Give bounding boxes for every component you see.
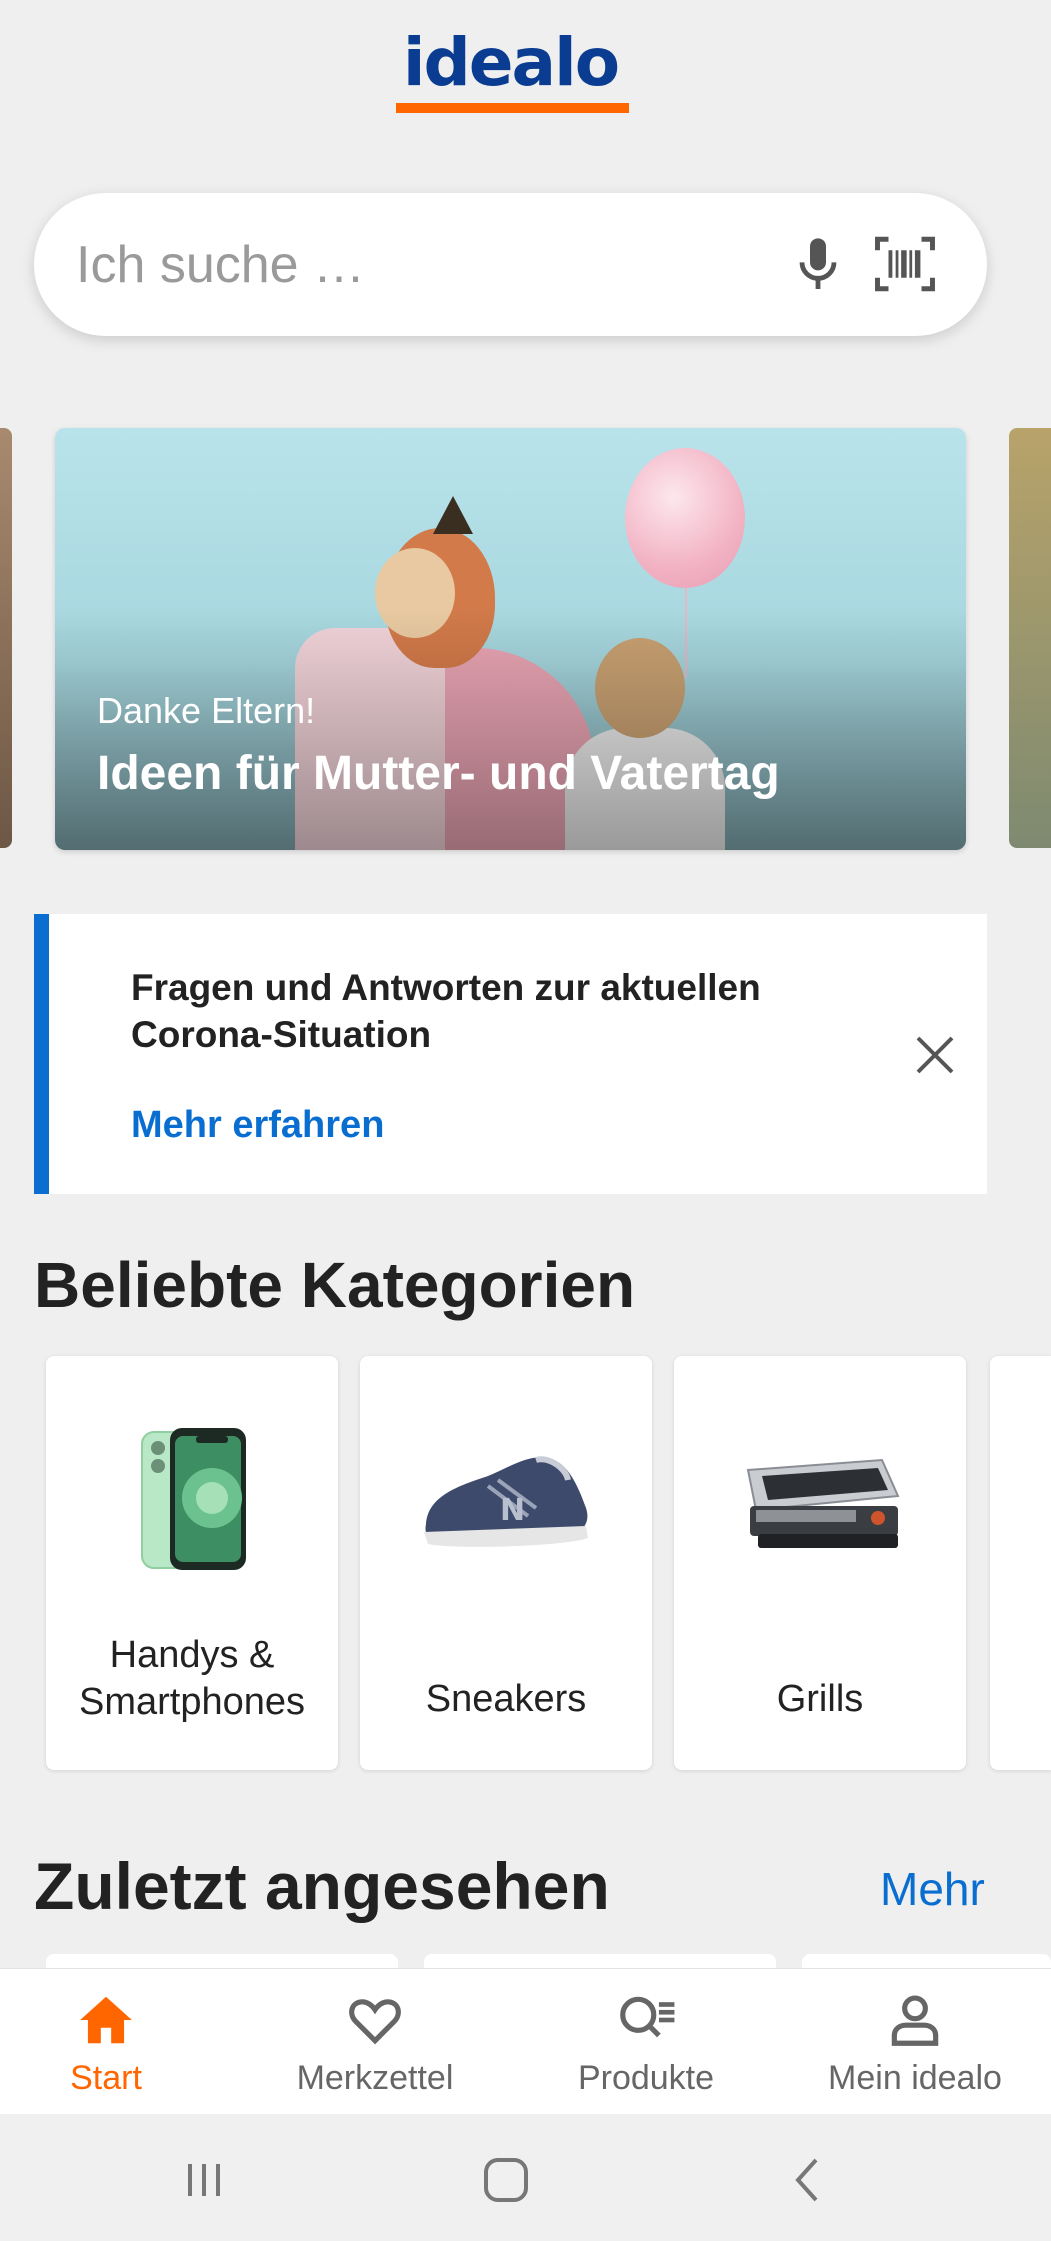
bottom-navigation: Start Merkzettel Produkte Mein idealo <box>0 1968 1051 2114</box>
recently-viewed-more-link[interactable]: Mehr <box>880 1862 985 1916</box>
corona-notice-card: Fragen und Antworten zur aktuellen Coron… <box>34 914 987 1194</box>
back-icon[interactable] <box>780 2152 836 2208</box>
heart-icon <box>349 1999 401 2045</box>
grill-image <box>746 1458 900 1548</box>
popular-categories-title: Beliebte Kategorien <box>34 1249 636 1321</box>
balloon-image <box>625 448 745 588</box>
close-icon[interactable] <box>900 1025 970 1085</box>
nav-label: Merkzettel <box>296 2059 454 2097</box>
idealo-logo: idealo <box>0 30 1021 96</box>
user-icon <box>891 1995 939 2046</box>
nav-mein-idealo[interactable]: Mein idealo <box>806 1969 1024 2115</box>
nav-label: Mein idealo <box>828 2059 1002 2097</box>
banner-subtitle: Danke Eltern! <box>97 690 316 731</box>
home-icon <box>80 1996 132 2044</box>
nav-label: Start <box>70 2059 142 2097</box>
carousel-prev-slide[interactable] <box>0 428 12 848</box>
barcode-scan-icon[interactable] <box>872 231 938 297</box>
notice-learn-more-link[interactable]: Mehr erfahren <box>131 1104 384 1147</box>
nav-merkzettel[interactable]: Merkzettel <box>268 1969 482 2115</box>
logo-text: idealo <box>402 24 620 101</box>
search-bar[interactable] <box>34 193 987 336</box>
recent-item-card[interactable] <box>46 1954 398 1968</box>
sneaker-image: N <box>424 1456 588 1547</box>
category-card-grills[interactable]: Grills <box>674 1356 966 1770</box>
system-navigation-bar <box>0 2114 1051 2241</box>
home-button-icon[interactable] <box>478 2152 534 2208</box>
search-input[interactable] <box>76 193 716 336</box>
smartphone-image <box>141 1428 246 1570</box>
microphone-icon[interactable] <box>786 233 850 297</box>
category-label: Handys & Smartphones <box>78 1634 305 1723</box>
category-label: Grills <box>776 1678 864 1720</box>
recent-apps-icon[interactable] <box>176 2152 232 2208</box>
recently-viewed-title: Zuletzt angesehen <box>34 1849 610 1923</box>
recent-item-card[interactable] <box>424 1954 776 1968</box>
banner-title: Ideen für Mutter- und Vatertag <box>97 747 780 800</box>
product-search-icon <box>620 1996 675 2038</box>
recent-item-card[interactable] <box>802 1954 1051 1968</box>
nav-label: Produkte <box>577 2059 715 2097</box>
category-card-handys[interactable]: Handys & Smartphones <box>46 1356 338 1770</box>
nav-start[interactable]: Start <box>0 1969 212 2115</box>
logo-underline <box>396 103 629 113</box>
category-card-sneakers[interactable]: N Sneakers <box>360 1356 652 1770</box>
category-label: Sneakers <box>425 1678 587 1720</box>
promo-banner[interactable]: Danke Eltern! Ideen für Mutter- und Vate… <box>55 428 966 850</box>
notice-text: Fragen und Antworten zur aktuellen Coron… <box>131 967 761 1055</box>
category-card-next[interactable] <box>990 1356 1051 1770</box>
carousel-next-slide[interactable] <box>1009 428 1051 848</box>
crown-icon <box>433 496 473 534</box>
svg-text:N: N <box>500 1493 525 1528</box>
nav-produkte[interactable]: Produkte <box>540 1969 752 2115</box>
